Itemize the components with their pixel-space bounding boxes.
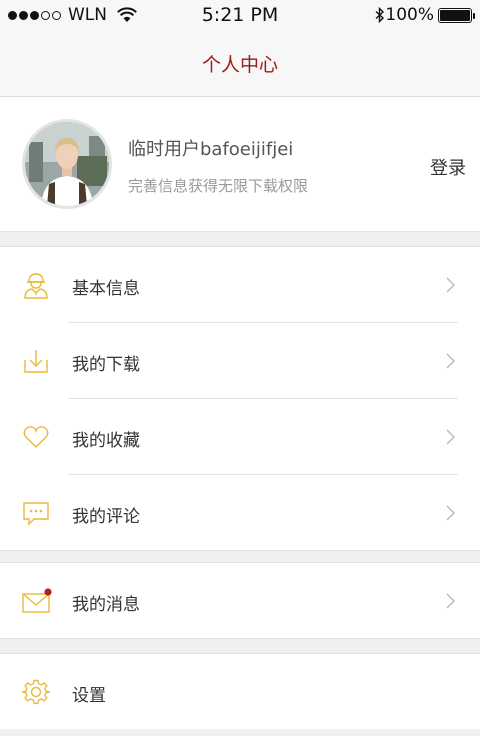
battery-icon <box>438 7 475 23</box>
messages-group: 我的消息 <box>0 562 480 639</box>
avatar-image <box>25 122 109 206</box>
unread-badge <box>44 588 52 596</box>
bluetooth-icon <box>375 7 385 23</box>
profile-hint: 完善信息获得无限下载权限 <box>128 177 309 195</box>
menu-item-downloads[interactable]: 我的下载 <box>0 323 480 398</box>
mail-icon <box>22 588 52 613</box>
settings-group: 设置 <box>0 653 480 729</box>
menu-item-label: 基本信息 <box>72 279 140 299</box>
chevron-right-icon <box>446 505 455 521</box>
chevron-right-icon <box>446 593 455 609</box>
user-name: 临时用户bafoeijifjei <box>128 139 294 160</box>
nav-bar: 个人中心 <box>0 30 480 97</box>
page-title: 个人中心 <box>201 54 278 76</box>
status-right: 100% <box>375 5 475 25</box>
menu-item-label: 我的下载 <box>72 355 140 375</box>
menu-item-comments[interactable]: 我的评论 <box>0 475 480 550</box>
user-icon <box>24 273 48 299</box>
chevron-right-icon <box>446 429 455 445</box>
menu-item-basic-info[interactable]: 基本信息 <box>0 247 480 322</box>
avatar[interactable] <box>22 119 112 209</box>
comment-icon <box>23 502 49 526</box>
chevron-right-icon <box>446 277 455 293</box>
menu-item-label: 我的收藏 <box>72 431 140 451</box>
chevron-right-icon <box>446 353 455 369</box>
download-icon <box>24 350 48 373</box>
battery-percent: 100% <box>385 5 434 25</box>
menu-group: 基本信息 我的下载 我的收藏 我的评论 <box>0 246 480 551</box>
menu-item-settings[interactable]: 设置 <box>0 654 480 729</box>
menu-item-favorites[interactable]: 我的收藏 <box>0 399 480 474</box>
menu-item-label: 我的评论 <box>72 507 140 527</box>
menu-item-messages[interactable]: 我的消息 <box>0 563 480 638</box>
heart-icon <box>23 426 49 448</box>
menu-item-label: 我的消息 <box>72 595 140 615</box>
battery-fill <box>440 9 470 21</box>
status-bar: WLN 5:21 PM 100% <box>0 0 480 30</box>
login-button[interactable]: 登录 <box>430 154 466 180</box>
profile-card[interactable]: 临时用户bafoeijifjei 完善信息获得无限下载权限 登录 <box>0 97 480 232</box>
gear-icon <box>22 679 50 705</box>
menu-item-label: 设置 <box>72 686 106 706</box>
